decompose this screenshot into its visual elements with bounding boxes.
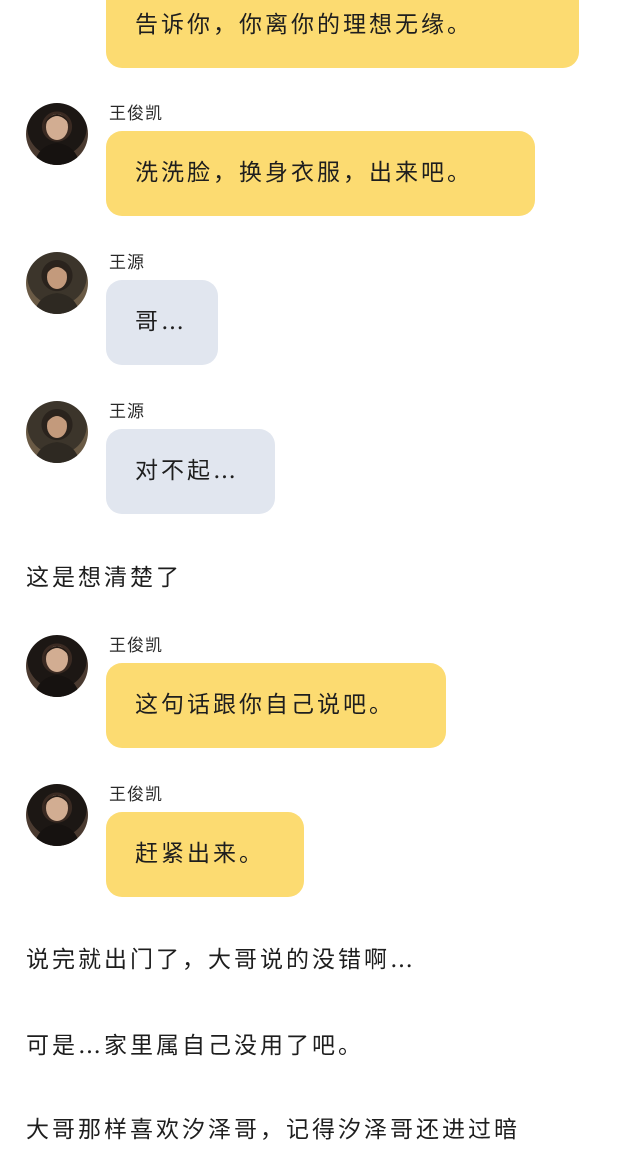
avatar-wang-junkai[interactable]	[26, 103, 88, 165]
message-text: 赶紧出来。	[135, 841, 265, 867]
chat-bubble-wang-junkai: 这句话跟你自己说吧。	[106, 663, 446, 748]
message-text: 这句话跟你自己说吧。	[135, 692, 395, 718]
narration-text: 大哥那样喜欢汐泽哥，记得汐泽哥还进过暗	[26, 1117, 520, 1143]
message-text: 洗洗脸，换身衣服，出来吧。	[135, 160, 473, 186]
sender-name: 王俊凯	[109, 104, 163, 124]
message-text: 哥…	[135, 309, 187, 335]
avatar-wang-junkai[interactable]	[26, 784, 88, 846]
sender-name: 王俊凯	[109, 636, 163, 656]
narration-text: 说完就出门了，大哥说的没错啊…	[26, 947, 416, 973]
avatar-wang-yuan[interactable]	[26, 252, 88, 314]
narration-text: 可是…家里属自己没用了吧。	[26, 1033, 364, 1059]
message-text: 对不起…	[135, 458, 239, 484]
avatar-wang-junkai[interactable]	[26, 635, 88, 697]
chat-bubble-wang-junkai: 告诉你，你离你的理想无缘。	[106, 0, 579, 68]
sender-name: 王源	[109, 402, 145, 422]
narration-text: 这是想清楚了	[26, 565, 182, 591]
chat-bubble-wang-junkai: 洗洗脸，换身衣服，出来吧。	[106, 131, 535, 216]
chat-bubble-wang-junkai: 赶紧出来。	[106, 812, 304, 897]
sender-name: 王俊凯	[109, 785, 163, 805]
avatar-wang-yuan[interactable]	[26, 401, 88, 463]
chat-bubble-wang-yuan: 对不起…	[106, 429, 275, 514]
chat-bubble-wang-yuan: 哥…	[106, 280, 218, 365]
sender-name: 王源	[109, 253, 145, 273]
message-text: 告诉你，你离你的理想无缘。	[135, 12, 473, 38]
